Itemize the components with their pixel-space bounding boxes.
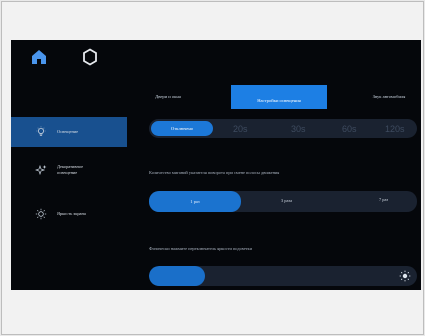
duration-option-off[interactable]: Отключено — [151, 121, 213, 136]
brightness-sun-icon — [399, 270, 411, 282]
duration-option-120s[interactable]: 120s — [385, 122, 405, 135]
blink-option-3[interactable]: 3 раза — [281, 190, 292, 211]
tab-doors-windows[interactable]: Двери и окна — [143, 85, 193, 107]
tab-lighting-settings[interactable]: Настройки освещения — [231, 85, 327, 109]
device-frame: Двери и окна Настройки освещения Звук ав… — [1, 1, 424, 335]
sun-icon — [35, 208, 47, 220]
duration-option-20s[interactable]: 20s — [233, 122, 248, 135]
tab-vehicle-sound[interactable]: Звук автомобиля — [359, 85, 419, 107]
bulb-icon — [36, 126, 46, 136]
hexagon-icon[interactable] — [82, 48, 98, 66]
blink-count-caption: Количество миганий указателя поворота пр… — [149, 170, 280, 175]
sidebar-item-decorative-lighting[interactable]: Декоративное освещение — [11, 155, 127, 185]
sidebar: Освещение Декоративное освещение Яркость… — [11, 107, 131, 247]
tab-bar: Двери и окна Настройки освещения Звук ав… — [123, 85, 421, 109]
brightness-slider-fill — [149, 266, 206, 286]
home-icon[interactable] — [31, 49, 47, 65]
blink-count-selector: 1 раз 3 раза 7 раз — [149, 191, 417, 212]
sidebar-item-screen-brightness[interactable]: Яркость экрана — [11, 199, 127, 229]
duration-option-30s[interactable]: 30s — [291, 122, 306, 135]
sparkle-icon — [35, 164, 47, 176]
lighting-duration-selector: Отключено 20s 30s 60s 120s — [149, 119, 417, 138]
brightness-slider[interactable] — [149, 266, 417, 286]
duration-option-60s[interactable]: 60s — [342, 122, 357, 135]
sidebar-item-label: Декоративное освещение — [57, 164, 84, 175]
brightness-caption: Физически нажмите переключатель яркости … — [149, 246, 252, 251]
car-settings-screen: Двери и окна Настройки освещения Звук ав… — [11, 40, 421, 290]
blink-option-1[interactable]: 1 раз — [149, 191, 241, 212]
sidebar-item-lighting[interactable]: Освещение — [11, 117, 127, 147]
sidebar-item-label: Яркость экрана — [57, 211, 86, 216]
blink-option-7[interactable]: 7 раз — [379, 189, 388, 210]
sidebar-item-label: Освещение — [57, 129, 79, 134]
